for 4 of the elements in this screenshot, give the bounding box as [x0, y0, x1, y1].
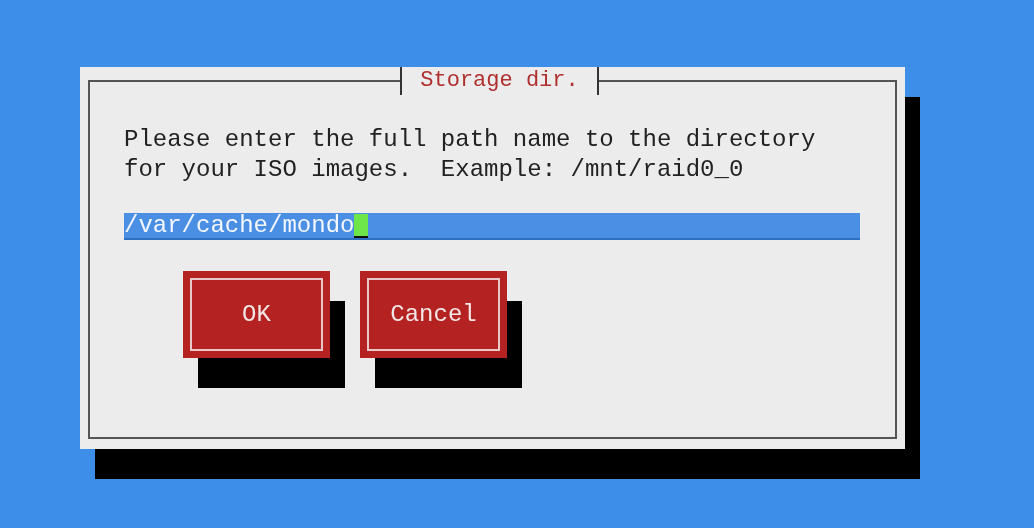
dialog-message: Please enter the full path name to the directory for your ISO images. Example: /mnt/raid0_0: [124, 125, 817, 185]
text-cursor-icon: [354, 213, 369, 238]
input-field[interactable]: /var/cache/mondo: [124, 213, 860, 240]
dialog-title: Storage dir.: [400, 67, 599, 95]
